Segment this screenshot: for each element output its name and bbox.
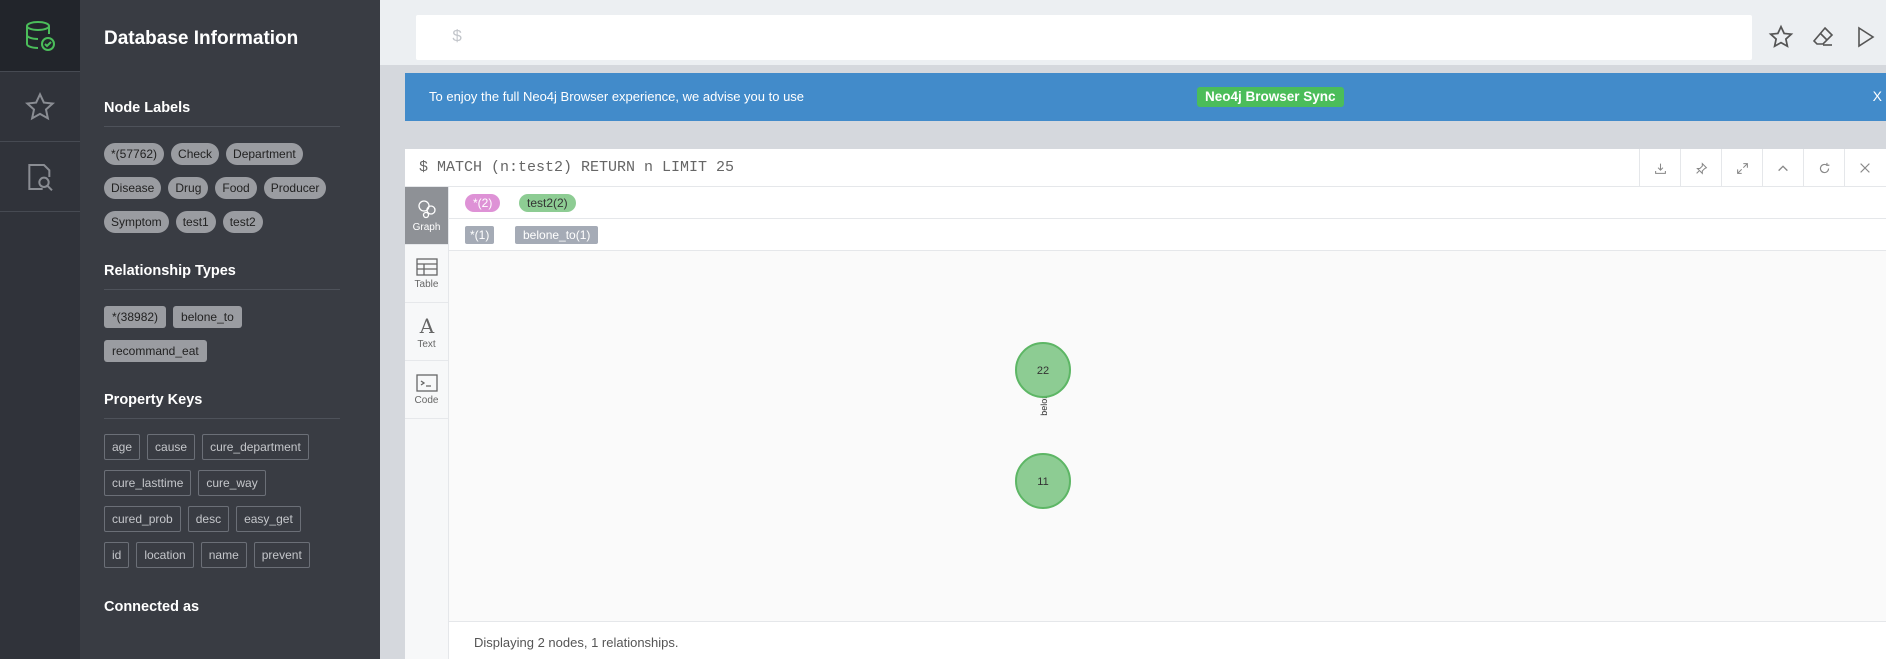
download-button[interactable] — [1639, 149, 1680, 187]
clear-editor-button[interactable] — [1808, 22, 1838, 52]
svg-text:A: A — [418, 314, 434, 336]
property-keys-list: age cause cure_department cure_lasttime cure… — [104, 429, 340, 573]
status-text: Displaying 2 nodes, 1 relationships. — [474, 635, 679, 650]
relationship-type-chip[interactable]: recommand_eat — [104, 340, 207, 362]
star-icon — [24, 91, 56, 120]
relationship-types-section: Relationship Types *(38982) belone_toreco… — [104, 263, 356, 368]
relationship-type-chip[interactable]: *(38982) — [104, 306, 167, 328]
rail-documents-button[interactable] — [0, 142, 80, 212]
relationship-type-chip[interactable]: belone_to — [173, 306, 242, 328]
tab-code[interactable]: Code — [405, 361, 448, 419]
node-labels-heading: Node Labels — [104, 100, 340, 127]
result-frame: $ MATCH (n:test2) RETURN n LIMIT 25 Grap… — [405, 149, 1886, 659]
graph-node-caption: 11 — [1037, 476, 1048, 488]
property-key-chip[interactable]: prevent — [253, 542, 310, 568]
node-labels-list: *(57762) Check Department Disease Drug Food Pr… — [104, 137, 340, 239]
star-icon — [1768, 24, 1794, 48]
relationship-types-list: *(38982) belone_to recommand_eat — [104, 300, 340, 368]
node-label-chip[interactable]: *(57762) — [104, 143, 165, 165]
frame-header: $ MATCH (n:test2) RETURN n LIMIT 25 — [405, 149, 1886, 187]
favorite-query-button[interactable] — [1766, 22, 1796, 52]
code-icon — [415, 373, 438, 392]
sync-banner: To enjoy the full Neo4j Browser experien… — [405, 73, 1886, 121]
property-keys-section: Property Keys age cause cure_departmentcur… — [104, 392, 356, 573]
collapse-button[interactable] — [1762, 149, 1803, 187]
play-icon — [1858, 26, 1875, 48]
refresh-icon — [1819, 162, 1829, 173]
node-label-chip[interactable]: Department — [226, 143, 303, 165]
frame-status-bar: Displaying 2 nodes, 1 relationships. — [449, 621, 1886, 659]
tab-table[interactable]: Table — [405, 245, 448, 303]
chevron-up-icon — [1778, 165, 1788, 172]
legend-rel-belone-to[interactable]: belone_to(1) — [515, 226, 599, 244]
property-key-chip[interactable]: easy_get — [236, 506, 301, 532]
graph-canvas[interactable]: belone_to 22 11 — [449, 251, 1886, 621]
connected-as-heading: Connected as — [104, 599, 200, 615]
database-info-drawer: Database Information Node Labels *(57762… — [80, 0, 380, 659]
property-key-chip[interactable]: cure_department — [202, 434, 309, 460]
property-key-chip[interactable]: cause — [147, 434, 196, 460]
tab-graph[interactable]: Graph — [405, 187, 448, 245]
node-label-chip[interactable]: test1 — [175, 211, 216, 233]
rail-database-button[interactable] — [0, 0, 80, 72]
property-key-chip[interactable]: location — [136, 542, 194, 568]
node-label-chip[interactable]: Drug — [168, 177, 209, 199]
drawer-title: Database Information — [104, 28, 299, 49]
pin-icon — [1695, 161, 1707, 175]
close-frame-button[interactable] — [1844, 149, 1885, 187]
property-key-chip[interactable]: cured_prob — [104, 506, 181, 532]
legend-rel-all[interactable]: *(1) — [465, 226, 495, 244]
property-key-chip[interactable]: cure_way — [198, 470, 266, 496]
database-icon — [26, 20, 55, 51]
node-label-chip[interactable]: test2 — [222, 211, 263, 233]
node-label-chip[interactable]: Check — [171, 143, 220, 165]
legend-node-test2[interactable]: test2(2) — [519, 194, 576, 212]
icon-rail — [0, 0, 80, 659]
graph-svg: belone_to 22 11 — [1015, 342, 1071, 509]
editor-bar: $ — [380, 0, 1886, 65]
banner-close-button[interactable]: X — [1873, 88, 1882, 104]
cypher-editor[interactable]: $ — [416, 15, 1752, 60]
table-icon — [415, 257, 438, 276]
main-area: $ To enjoy the full Neo4j Browser experi… — [380, 0, 1886, 659]
run-query-button[interactable] — [1850, 22, 1880, 52]
fullscreen-button[interactable] — [1721, 149, 1762, 187]
close-icon — [1860, 163, 1870, 173]
property-key-chip[interactable]: id — [104, 542, 130, 568]
graph-node-caption: 22 — [1037, 365, 1049, 377]
download-icon — [1654, 163, 1666, 174]
tab-text-label: Text — [417, 338, 436, 350]
tab-graph-label: Graph — [412, 221, 441, 233]
search-document-icon — [28, 163, 53, 191]
graph-icon — [417, 199, 436, 218]
legend-node-all[interactable]: *(2) — [465, 194, 501, 212]
node-labels-section: Node Labels *(57762) Check Department Disea… — [104, 100, 356, 239]
view-tabs: Graph Table A Text Code — [405, 187, 449, 659]
node-label-chip[interactable]: Producer — [263, 177, 327, 199]
node-legend: *(2) test2(2) — [449, 187, 1886, 219]
tab-text[interactable]: A Text — [405, 303, 448, 361]
property-key-chip[interactable]: desc — [187, 506, 230, 532]
rerun-button[interactable] — [1803, 149, 1844, 187]
pin-button[interactable] — [1680, 149, 1721, 187]
browser-sync-button[interactable]: Neo4j Browser Sync — [1197, 87, 1344, 107]
rail-favorites-button[interactable] — [0, 72, 80, 142]
property-key-chip[interactable]: cure_lasttime — [104, 470, 192, 496]
node-label-chip[interactable]: Disease — [104, 177, 162, 199]
node-label-chip[interactable]: Food — [215, 177, 257, 199]
expand-icon — [1736, 162, 1748, 174]
editor-prompt: $ — [452, 28, 463, 47]
relationship-types-heading: Relationship Types — [104, 263, 340, 290]
property-key-chip[interactable]: name — [200, 542, 247, 568]
frame-query[interactable]: $ MATCH (n:test2) RETURN n LIMIT 25 — [419, 159, 734, 176]
node-label-chip[interactable]: Symptom — [104, 211, 169, 233]
relationship-legend: *(1) belone_to(1) — [449, 219, 1886, 251]
property-keys-heading: Property Keys — [104, 392, 340, 419]
eraser-icon — [1812, 26, 1834, 46]
property-key-chip[interactable]: age — [104, 434, 141, 460]
tab-code-label: Code — [414, 394, 439, 406]
banner-text: To enjoy the full Neo4j Browser experien… — [429, 89, 805, 104]
tab-table-label: Table — [414, 278, 439, 290]
text-icon: A — [418, 314, 434, 336]
